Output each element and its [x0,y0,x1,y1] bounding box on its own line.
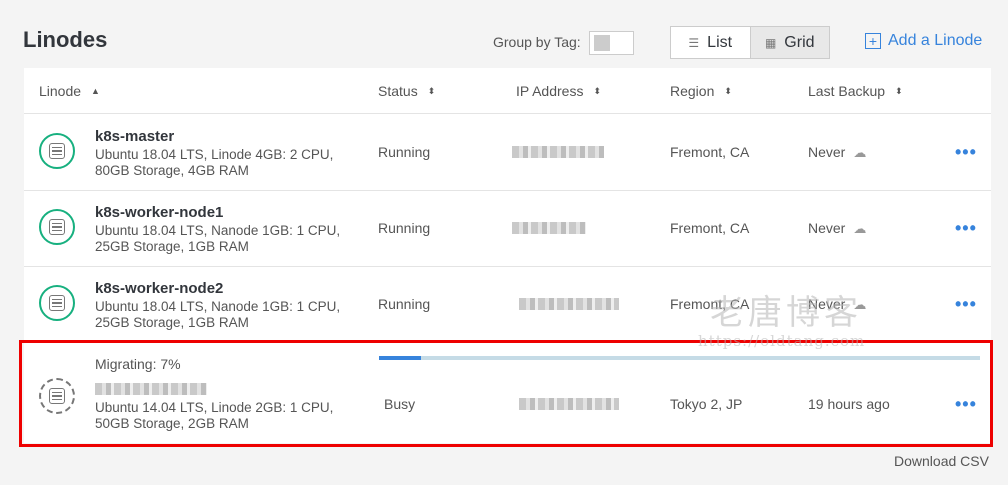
add-linode-label: Add a Linode [888,32,983,49]
status-text: Running [378,296,431,312]
last-backup: Never ☁ [808,220,867,237]
list-icon: ☰ [688,35,700,50]
sort-icon: ⬍ [593,85,601,96]
grid-view-label: Grid [784,33,815,51]
sort-icon: ⬍ [724,85,732,96]
column-header-ip-address[interactable]: IP Address ⬍ [516,83,601,99]
more-actions-button[interactable]: ••• [955,294,977,315]
table-row[interactable]: k8s-master Ubuntu 18.04 LTS, Linode 4GB:… [24,115,991,191]
sort-icon: ⬍ [895,85,903,96]
linode-name-link[interactable]: k8s-worker-node2 [95,280,223,297]
server-icon [49,295,65,311]
ip-address-redacted [512,222,586,234]
column-header-status[interactable]: Status ⬍ [378,83,435,99]
linode-name-link[interactable]: k8s-master [95,128,174,145]
more-actions-button[interactable]: ••• [955,142,977,163]
last-backup: Never ☁ [808,144,867,161]
grid-view-button[interactable]: ▦ Grid [750,27,829,58]
toggle-knob [594,35,610,51]
watermark-url: https://oldtang.com [698,332,866,350]
watermark-text: 老唐博客 [710,293,862,333]
sort-asc-icon: ▲ [91,86,100,96]
highlight-box [19,340,993,447]
linode-spec: Ubuntu 18.04 LTS, Nanode 1GB: 1 CPU, 25G… [95,223,341,254]
linode-spec: Ubuntu 18.04 LTS, Nanode 1GB: 1 CPU, 25G… [95,299,341,330]
table-row[interactable]: k8s-worker-node1 Ubuntu 18.04 LTS, Nanod… [24,191,991,267]
status-text: Running [378,144,431,160]
linode-name-link[interactable]: k8s-worker-node1 [95,204,223,221]
linode-status-icon [39,209,75,245]
linode-status-icon [39,285,75,321]
plus-square-icon: + [865,33,881,49]
ip-address-redacted [519,298,619,310]
grid-icon: ▦ [764,35,777,50]
status-text: Running [378,220,431,236]
linode-status-icon [39,133,75,169]
region-text: Fremont, CA [670,220,750,236]
column-header-linode[interactable]: Linode ▲ [39,83,100,99]
more-actions-button[interactable]: ••• [955,218,977,239]
watermark: 老唐博客 https://oldtang.com [698,285,865,350]
server-icon [49,219,65,235]
page-title: Linodes [23,27,108,52]
server-icon [49,143,65,159]
group-by-tag-label: Group by Tag: [493,34,581,50]
column-header-region[interactable]: Region ⬍ [670,83,732,99]
list-view-label: List [707,33,733,51]
view-switch: ☰ List ▦ Grid [670,26,830,59]
linode-spec: Ubuntu 18.04 LTS, Linode 4GB: 2 CPU, 80G… [95,147,334,178]
list-view-button[interactable]: ☰ List [671,27,751,58]
ip-address-redacted [512,146,604,158]
download-csv-link[interactable]: Download CSV [894,453,989,469]
table-header: Linode ▲ Status ⬍ IP Address ⬍ Region ⬍ … [24,68,991,114]
cloud-upload-icon[interactable]: ☁ [853,221,866,237]
region-text: Fremont, CA [670,144,750,160]
add-linode-button[interactable]: + Add a Linode [865,32,982,50]
sort-icon: ⬍ [427,85,436,96]
group-by-tag-toggle[interactable] [589,31,634,55]
cloud-upload-icon[interactable]: ☁ [853,145,866,161]
column-header-last-backup[interactable]: Last Backup ⬍ [808,83,903,99]
